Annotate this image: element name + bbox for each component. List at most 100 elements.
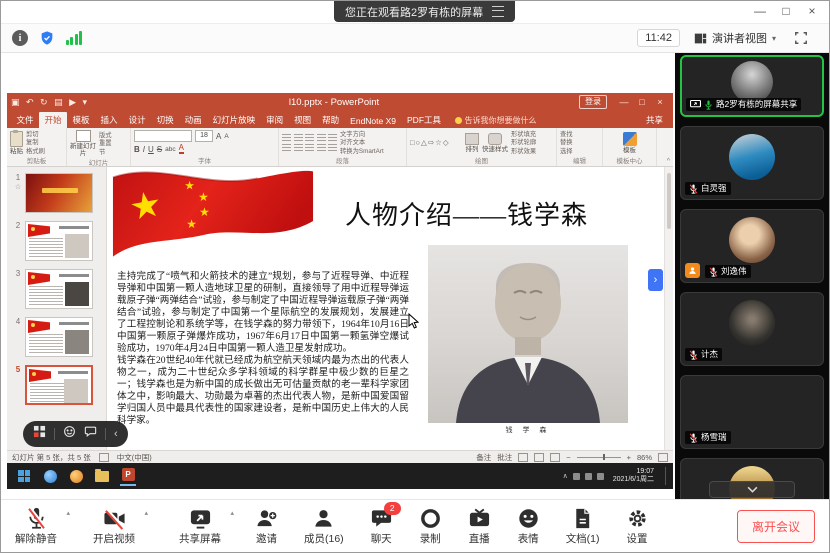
live-stream-button[interactable]: 直播 xyxy=(468,507,491,546)
tab-help[interactable]: 帮助 xyxy=(317,112,345,128)
tab-slideshow[interactable]: 幻灯片放映 xyxy=(207,112,261,128)
replace-button[interactable]: 替换 xyxy=(560,139,573,146)
tray-icon[interactable] xyxy=(573,473,580,480)
tab-review[interactable]: 审阅 xyxy=(261,112,289,128)
tab-insert[interactable]: 插入 xyxy=(95,112,123,128)
zoom-out-icon[interactable]: − xyxy=(566,453,570,462)
slide-thumbnail-5-selected[interactable] xyxy=(25,365,93,405)
font-size-select[interactable]: 18 xyxy=(195,130,213,142)
unmute-button[interactable]: 解除静音 ▴ xyxy=(15,507,57,546)
taskbar-clock[interactable]: 19:07 2021/6/1周二 xyxy=(613,468,654,484)
collapse-pill-icon[interactable]: ‹ xyxy=(114,421,118,447)
mic-options-expander[interactable]: ▴ xyxy=(66,509,70,517)
smartart-button[interactable]: 转换为SmartArt xyxy=(340,148,384,155)
copy-button[interactable]: 复制 xyxy=(26,139,45,146)
ppt-minimize-button[interactable]: — xyxy=(615,93,633,111)
tab-home[interactable]: 开始 xyxy=(39,112,67,128)
quick-styles-button[interactable]: 快速样式 xyxy=(482,133,508,153)
chat-button[interactable]: 聊天 2 xyxy=(370,507,393,546)
network-signal-icon[interactable] xyxy=(65,29,83,47)
align-buttons[interactable] xyxy=(282,144,337,152)
shape-outline-button[interactable]: 形状轮廓 xyxy=(511,139,536,146)
start-video-button[interactable]: 开启视频 ▴ xyxy=(93,507,135,546)
slide-thumbnail-4[interactable] xyxy=(25,317,93,357)
format-painter-button[interactable]: 格式刷 xyxy=(26,148,45,155)
settings-button[interactable]: 设置 xyxy=(626,507,649,546)
tab-transitions[interactable]: 切换 xyxy=(151,112,179,128)
zoom-slider[interactable] xyxy=(577,457,621,458)
docs-button[interactable]: 文档(1) xyxy=(566,507,600,546)
shapes-gallery[interactable]: □○△⇨☆◇ xyxy=(410,138,462,147)
underline-button[interactable]: U xyxy=(148,145,154,154)
ppt-signin-button[interactable]: 登录 xyxy=(579,95,607,109)
banner-menu-icon[interactable] xyxy=(492,6,504,17)
template-button[interactable]: 模板 xyxy=(623,132,637,154)
tab-template[interactable]: 模板 xyxy=(67,112,95,128)
participant-tile[interactable]: 刘逸伟 xyxy=(680,209,824,283)
video-options-expander[interactable]: ▴ xyxy=(144,509,148,517)
font-name-select[interactable] xyxy=(134,130,192,142)
slide-thumbnail-2[interactable] xyxy=(25,221,93,261)
reactions-button[interactable]: 表情 xyxy=(517,507,540,546)
share-screen-button[interactable]: 共享屏幕 ▴ xyxy=(179,507,221,546)
windows-start-icon[interactable] xyxy=(16,468,32,484)
members-button[interactable]: 成员(16) xyxy=(304,507,344,546)
meeting-info-icon[interactable]: i xyxy=(11,29,29,47)
notes-button[interactable]: 备注 xyxy=(476,452,491,463)
participant-tile[interactable]: 计杰 xyxy=(680,292,824,366)
firefox-app-icon[interactable] xyxy=(68,468,84,484)
spellcheck-icon[interactable] xyxy=(99,453,109,462)
fit-slide-icon[interactable] xyxy=(658,453,668,462)
ppt-close-button[interactable]: × xyxy=(651,93,669,111)
tab-pdf-tools[interactable]: PDF工具 xyxy=(402,112,447,128)
font-color-button[interactable]: A xyxy=(179,144,184,154)
participant-tile[interactable]: 白灵强 xyxy=(680,126,824,200)
align-text-button[interactable]: 对齐文本 xyxy=(340,139,384,146)
shrink-font-button[interactable]: A xyxy=(224,133,228,140)
cut-button[interactable]: 剪切 xyxy=(26,131,45,138)
tray-expand-icon[interactable]: ∧ xyxy=(563,472,568,480)
ppt-quick-access-icons[interactable]: ▣ ↶ ↻ ▤ ▶ ▾ xyxy=(11,97,89,108)
layout-grid-icon[interactable] xyxy=(33,425,46,443)
tab-file[interactable]: 文件 xyxy=(11,112,39,128)
record-button[interactable]: 录制 xyxy=(419,507,442,546)
maximize-button[interactable]: □ xyxy=(773,1,799,21)
shape-fill-button[interactable]: 形状填充 xyxy=(511,131,536,138)
bold-button[interactable]: B xyxy=(134,145,140,154)
text-direction-button[interactable]: 文字方向 xyxy=(340,131,384,138)
reset-button[interactable]: 重置 xyxy=(99,140,112,147)
layout-button[interactable]: 版式 xyxy=(99,132,112,139)
slide-thumbnail-3[interactable] xyxy=(25,269,93,309)
new-slide-button[interactable]: 新建幻灯片 xyxy=(70,130,96,157)
fullscreen-icon[interactable] xyxy=(792,29,810,47)
arrange-button[interactable]: 排列 xyxy=(465,133,479,153)
collapse-ribbon-icon[interactable]: ^ xyxy=(667,158,670,165)
minimize-button[interactable]: — xyxy=(747,1,773,21)
ppt-share-button[interactable]: 共享 xyxy=(640,112,669,128)
tray-icon[interactable] xyxy=(585,473,592,480)
file-explorer-icon[interactable] xyxy=(94,468,110,484)
zoom-level[interactable]: 86% xyxy=(637,453,652,462)
tab-design[interactable]: 设计 xyxy=(123,112,151,128)
slide-canvas[interactable]: ★ ★ ★ ★ ★ 人物介绍——钱学森 主持完成了“喷气和火箭技术的建立”规划，… xyxy=(107,167,673,450)
participant-tile-sharing[interactable]: 路2罗有栋的屏幕共享 xyxy=(680,55,824,117)
slideshow-view-icon[interactable] xyxy=(550,453,560,462)
emoji-reaction-icon[interactable] xyxy=(63,425,76,443)
close-button[interactable]: × xyxy=(799,1,825,21)
leave-meeting-button[interactable]: 离开会议 xyxy=(737,510,815,543)
paste-button[interactable]: 粘贴 xyxy=(10,131,23,155)
normal-view-icon[interactable] xyxy=(518,453,528,462)
tell-me-search[interactable]: 告诉我你想要做什么 xyxy=(455,115,537,128)
grow-font-button[interactable]: A xyxy=(216,132,221,141)
scroll-more-participants-button[interactable] xyxy=(709,481,795,498)
participant-tile[interactable]: 杨雪瑞 xyxy=(680,375,824,449)
zoom-in-icon[interactable]: + xyxy=(627,453,631,462)
tray-icon[interactable] xyxy=(597,473,604,480)
slide-thumbnail-1[interactable] xyxy=(25,173,93,213)
find-button[interactable]: 查找 xyxy=(560,131,573,138)
sidebar-toggle-handle[interactable]: › xyxy=(648,269,663,291)
share-options-expander[interactable]: ▴ xyxy=(230,509,234,517)
comments-button[interactable]: 批注 xyxy=(497,452,512,463)
tab-view[interactable]: 视图 xyxy=(289,112,317,128)
slide-sorter-view-icon[interactable] xyxy=(534,453,544,462)
